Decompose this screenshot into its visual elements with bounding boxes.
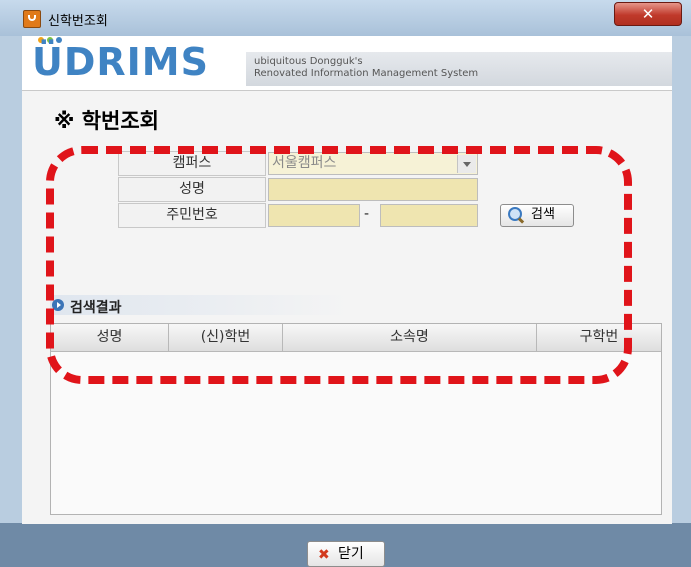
window-close-button[interactable]: ✕ [614, 2, 682, 26]
logo-tagline-2: Renovated Information Management System [254, 68, 479, 79]
column-header-old-student-id[interactable]: 구학번 [537, 324, 661, 352]
dialog-window: 신학번조회 ✕ ÜDRIMS ubiquitous Dongguk's Reno… [0, 0, 691, 567]
client-area: ÜDRIMS ubiquitous Dongguk's Renovated In… [22, 36, 672, 567]
chevron-down-icon[interactable] [457, 155, 476, 173]
page-title: ※ 학번조회 [54, 109, 160, 133]
resident-number-label: 주민번호 [118, 203, 266, 228]
campus-select[interactable]: 서울캠퍼스 [268, 152, 478, 175]
app-icon [23, 10, 41, 28]
name-label: 성명 [118, 177, 266, 202]
column-header-department[interactable]: 소속명 [283, 324, 537, 352]
search-icon-handle [517, 217, 525, 224]
column-header-new-student-id[interactable]: (신)학번 [169, 324, 283, 352]
close-button[interactable]: ✖ 닫기 [307, 541, 385, 567]
close-button-label: 닫기 [338, 546, 364, 562]
results-grid[interactable]: 성명 (신)학번 소속명 구학번 [50, 323, 662, 515]
resident-separator: - [364, 206, 370, 222]
logo-tagline-1: ubiquitous Dongguk's [254, 56, 363, 67]
resident-number-back-input[interactable] [380, 204, 478, 227]
campus-label: 캠퍼스 [118, 151, 266, 176]
udrims-logo: ÜDRIMS [32, 40, 209, 84]
name-input[interactable] [268, 178, 478, 201]
campus-select-value: 서울캠퍼스 [272, 155, 337, 171]
result-section-title: 검색결과 [70, 300, 122, 316]
close-icon: ✖ [318, 547, 330, 563]
title-bar[interactable]: 신학번조회 ✕ [0, 0, 691, 36]
window-title: 신학번조회 [48, 14, 108, 29]
content-panel: ※ 학번조회 캠퍼스 서울캠퍼스 성명 주민번호 - 검색 검색결과 성명 (신… [22, 90, 672, 567]
arrow-bullet-icon [52, 299, 64, 311]
search-button-label: 검색 [531, 207, 555, 222]
resident-number-front-input[interactable] [268, 204, 360, 227]
column-header-name[interactable]: 성명 [51, 324, 169, 352]
search-button[interactable]: 검색 [500, 204, 574, 227]
logo-bar: ÜDRIMS ubiquitous Dongguk's Renovated In… [22, 36, 672, 88]
